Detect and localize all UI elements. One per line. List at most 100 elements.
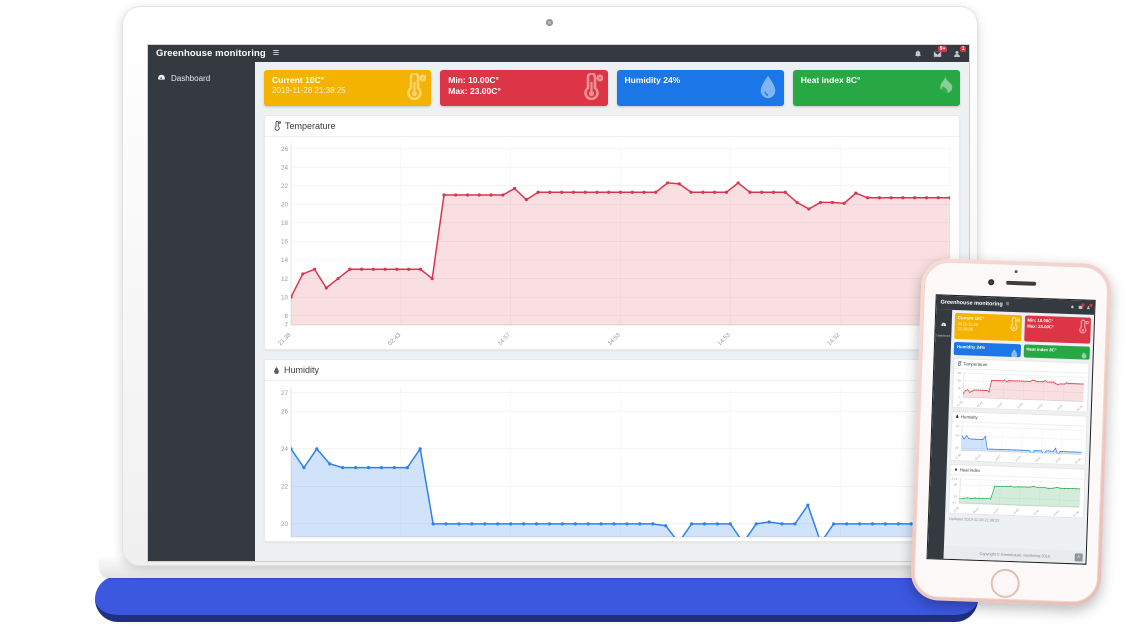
svg-text:14:53: 14:53 [1012, 508, 1020, 516]
phone-screen: Greenhouse monitoring ≡ [927, 294, 1096, 564]
flame-icon [1078, 348, 1088, 359]
phone-temperature-chart: 262014721:3802:4314:5714:5314:5314:5201:… [953, 369, 1088, 412]
svg-text:14: 14 [281, 257, 289, 264]
humidity-panel: Humidity 2726242220 [264, 359, 960, 542]
thermometer-icon [1076, 319, 1089, 339]
svg-text:14:53: 14:53 [1014, 455, 1022, 463]
dashboard-gauge-icon [157, 73, 166, 84]
temperature-panel: Temperature 2624222018161412108721:3802:… [264, 115, 960, 350]
svg-text:21:38: 21:38 [952, 506, 960, 514]
svg-text:14:53: 14:53 [1032, 508, 1040, 516]
phone-navbar-actions [1070, 305, 1091, 310]
svg-text:14:52: 14:52 [1054, 456, 1062, 464]
svg-text:21:38: 21:38 [956, 400, 964, 408]
svg-text:10: 10 [953, 494, 957, 498]
svg-text:20: 20 [281, 201, 289, 208]
temperature-chart: 2624222018161412108721:3802:4314:5714:53… [265, 137, 959, 349]
phone-card-current-timestamp: 2019-11-28 21:38:25 [957, 321, 983, 333]
phone-dashboard-gauge-icon[interactable] [940, 314, 947, 332]
main-content: Current 10C° 2019-11-28 21:38:25 Min: 10… [255, 62, 969, 561]
phone-updated-text: Updated 2019-11-28 21:38:25 [949, 517, 1083, 526]
laptop-stand-bar [95, 576, 978, 622]
sidebar-item-dashboard[interactable]: Dashboard [148, 69, 255, 88]
phone-card-minmax: Min: 10.00C° Max: 23.00C° [1024, 315, 1091, 343]
svg-text:4.7: 4.7 [952, 500, 957, 504]
svg-text:22: 22 [281, 183, 289, 190]
phone-card-heat: Heat index 8C° [1023, 344, 1090, 359]
svg-text:27: 27 [281, 390, 289, 397]
phone-app-brand: Greenhouse monitoring [940, 299, 1003, 307]
phone-heat-chart: 24.920104.721:3802:4314:5714:5314:5314:5… [949, 475, 1084, 518]
svg-text:7: 7 [284, 322, 288, 329]
svg-text:02:43: 02:43 [972, 506, 980, 514]
temperature-panel-header: Temperature [265, 116, 959, 137]
phone-bell-icon[interactable] [1070, 305, 1074, 309]
messages-envelope-icon[interactable]: 9+ [933, 50, 942, 58]
phone-stat-cards: Current 10C° 2019-11-28 21:38:25 Min: 10… [954, 313, 1091, 360]
svg-text:14:52: 14:52 [827, 332, 842, 347]
phone-messages-badge [1081, 303, 1084, 306]
svg-text:26: 26 [281, 409, 289, 416]
svg-text:26: 26 [281, 146, 289, 153]
svg-text:14:53: 14:53 [1036, 402, 1044, 410]
thermometer-small-icon [957, 361, 961, 366]
svg-text:14:53: 14:53 [717, 332, 732, 347]
water-drop-small-icon [955, 414, 959, 419]
phone-card-humidity: Humidity 24% [954, 342, 1021, 357]
stat-cards-row: Current 10C° 2019-11-28 21:38:25 Min: 10… [264, 70, 960, 106]
card-heat-title: Heat index 8C° [801, 75, 952, 86]
svg-text:16: 16 [281, 239, 289, 246]
temperature-panel-title: Temperature [285, 121, 336, 131]
flame-icon [933, 73, 955, 106]
webcam-icon [546, 19, 553, 26]
thermometer-small-icon [273, 121, 281, 131]
phone-copyright: Copyright © Greenhouse monitoring 2019 [979, 551, 1049, 557]
notifications-bell-icon[interactable] [914, 50, 922, 58]
water-drop-icon [1009, 346, 1019, 357]
svg-text:02:43: 02:43 [387, 332, 402, 347]
scroll-to-top-button[interactable]: ˄ [1075, 553, 1083, 561]
svg-text:20: 20 [954, 483, 958, 487]
svg-text:01:36: 01:36 [1072, 510, 1080, 518]
menu-toggle-icon[interactable]: ≡ [273, 48, 279, 59]
laptop-mockup: Greenhouse monitoring ≡ 9+ 1 [122, 6, 978, 566]
svg-text:21:38: 21:38 [278, 332, 293, 347]
water-drop-icon [757, 73, 779, 106]
phone-user-icon[interactable] [1086, 306, 1090, 310]
humidity-panel-title: Humidity [284, 365, 319, 375]
svg-text:24: 24 [281, 446, 289, 453]
phone-card-current: Current 10C° 2019-11-28 21:38:25 [954, 313, 1021, 341]
svg-text:21:38: 21:38 [954, 453, 962, 461]
flame-small-icon [954, 467, 958, 472]
svg-text:14:52: 14:52 [1052, 509, 1060, 517]
user-account-icon[interactable]: 1 [953, 50, 961, 58]
svg-text:10: 10 [281, 294, 289, 301]
svg-text:02:43: 02:43 [974, 453, 982, 461]
phone-humidity-panel: Humidity 27242021:3802:4314:5714:5314:53… [950, 411, 1088, 466]
phone-sidebar-item-label[interactable]: Dashboard [936, 333, 950, 337]
svg-text:14:52: 14:52 [1056, 403, 1064, 411]
humidity-chart: 2726242220 [265, 381, 959, 541]
sidebar: Dashboard [148, 62, 255, 561]
app-brand: Greenhouse monitoring [156, 48, 266, 59]
thermometer-icon [402, 73, 426, 106]
phone-menu-toggle-icon[interactable]: ≡ [1006, 302, 1010, 308]
svg-text:7: 7 [958, 395, 960, 399]
phone-user-badge [1089, 304, 1092, 307]
card-humidity-title: Humidity 24% [625, 75, 776, 86]
svg-text:12: 12 [281, 276, 289, 283]
svg-text:24: 24 [281, 164, 289, 171]
svg-text:27: 27 [956, 424, 960, 428]
card-min-max-temperature: Min: 10.00C° Max: 23.00C° [440, 70, 607, 106]
svg-text:14:53: 14:53 [607, 332, 622, 347]
svg-text:14: 14 [957, 386, 961, 390]
svg-text:24: 24 [955, 433, 959, 437]
card-heat-index: Heat index 8C° [793, 70, 960, 106]
phone-envelope-icon[interactable] [1078, 305, 1083, 309]
phone-main-content: Current 10C° 2019-11-28 21:38:25 Min: 10… [944, 310, 1095, 564]
svg-text:20: 20 [281, 521, 289, 528]
thermometer-icon [1007, 317, 1020, 337]
svg-text:14:57: 14:57 [994, 454, 1002, 462]
svg-text:14:53: 14:53 [1034, 455, 1042, 463]
svg-text:14:57: 14:57 [992, 507, 1000, 515]
